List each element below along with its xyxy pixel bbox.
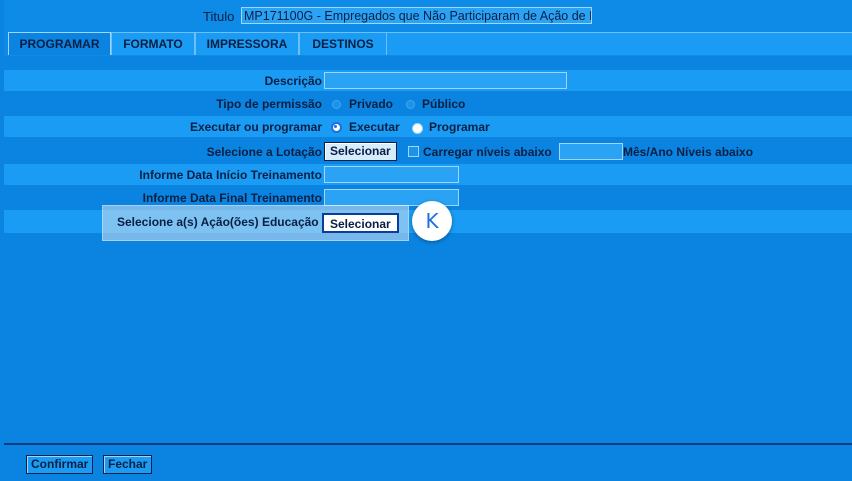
descricao-input[interactable] (324, 72, 567, 89)
descricao-label: Descrição (264, 74, 322, 88)
privado-label: Privado (349, 97, 394, 111)
carregar-checkbox[interactable] (408, 146, 419, 157)
permissao-label: Tipo de permissão (216, 97, 322, 111)
programar-option-label: Programar (429, 120, 490, 134)
executar-label: Executar ou programar (189, 120, 322, 134)
row-lotacao: Selecione a Lotação Selecionar Carregar … (4, 139, 852, 164)
close-button[interactable]: Fechar (103, 455, 153, 474)
data-final-label: Informe Data Final Treinamento (142, 191, 322, 205)
title-field[interactable]: MP171100G - Empregados que Não Participa… (241, 7, 592, 24)
lotacao-label: Selecione a Lotação (206, 145, 322, 159)
executar-option-label: Executar (349, 120, 400, 134)
data-inicio-label: Informe Data Início Treinamento (139, 168, 322, 182)
lotacao-select-button[interactable]: Selecionar (324, 142, 397, 161)
tab-impressora[interactable]: IMPRESSORA (195, 32, 299, 55)
row-executar: Executar ou programar Executar Programar (4, 116, 852, 137)
niveis-input[interactable] (559, 143, 623, 160)
row-data-inicio: Informe Data Início Treinamento (4, 164, 852, 185)
niveis-suffix-label: Mês/Ano Níveis abaixo (623, 145, 754, 159)
acoes-label: Selecione a(s) Ação(ões) Educação (117, 215, 319, 229)
data-inicio-input[interactable] (324, 166, 459, 183)
radio-executar[interactable] (331, 122, 342, 133)
radio-programar[interactable] (412, 123, 423, 134)
carregar-label: Carregar níveis abaixo (423, 145, 552, 159)
confirm-button[interactable]: Confirmar (26, 455, 94, 474)
tab-bar-filler (387, 32, 852, 55)
publico-label: Público (422, 97, 466, 111)
step-marker: K (412, 201, 452, 241)
acoes-select-button[interactable]: Selecionar (322, 213, 399, 233)
tab-destinos[interactable]: DESTINOS (299, 32, 387, 55)
row-permissao: Tipo de permissão Privado Público (4, 93, 852, 114)
tab-formato[interactable]: FORMATO (111, 32, 195, 55)
radio-publico[interactable] (406, 100, 415, 109)
tab-bar: PROGRAMAR FORMATO IMPRESSORA DESTINOS (4, 32, 852, 56)
title-label: Titulo (203, 9, 235, 24)
radio-privado[interactable] (332, 100, 341, 109)
form-spacer (4, 56, 852, 70)
title-bar: Titulo MP171100G - Empregados que Não Pa… (4, 0, 852, 33)
tab-programar[interactable]: PROGRAMAR (8, 32, 111, 55)
footer: Confirmar Fechar (4, 443, 852, 481)
row-descricao: Descrição (4, 70, 852, 91)
